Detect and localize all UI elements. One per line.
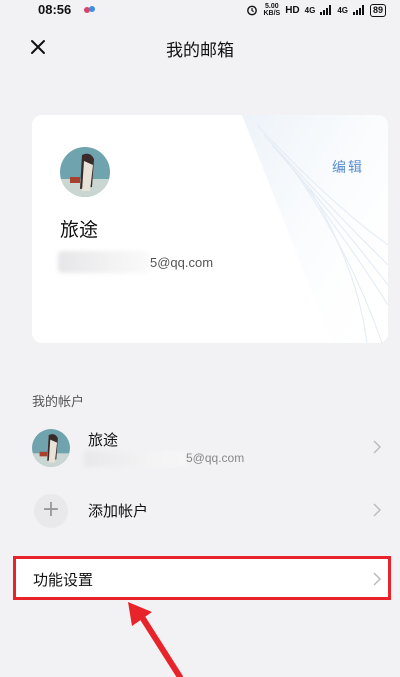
chevron-right-icon (373, 440, 382, 454)
profile-name: 旅途 (60, 219, 99, 241)
add-account-label: 添加帐户 (88, 502, 149, 520)
hd-indicator: HD (285, 4, 300, 16)
signal-bars-icon (320, 5, 332, 15)
account-name: 旅途 (88, 431, 119, 449)
avatar[interactable] (60, 147, 110, 197)
function-settings-row[interactable]: 功能设置 (13, 556, 391, 600)
status-time: 08:56 (38, 2, 72, 17)
profile-card: 编辑 旅途 5@qq.com (32, 115, 388, 343)
network-speed: 5.00 KB/S (263, 3, 280, 17)
signal-bars-icon-2 (352, 5, 364, 15)
network-speed-unit: KB/S (263, 10, 281, 17)
alarm-icon (247, 5, 258, 16)
add-account-row[interactable]: + 添加帐户 (32, 480, 388, 542)
status-indicators: 5.00 KB/S HD 4G 4G 89 (246, 3, 386, 17)
header: 我的邮箱 (0, 22, 400, 72)
chevron-right-icon (373, 572, 382, 586)
account-avatar (32, 429, 70, 467)
signal-2: 4G (337, 5, 348, 15)
page-title: 我的邮箱 (166, 41, 234, 61)
signal-1: 4G (304, 5, 316, 15)
annotation-arrow (128, 602, 183, 677)
plus-icon: + (34, 494, 68, 528)
function-settings-label: 功能设置 (33, 571, 94, 589)
accounts-section-label: 我的帐户 (32, 395, 85, 410)
profile-email: 5@qq.com (150, 255, 214, 270)
account-email: 5@qq.com (186, 451, 245, 465)
notification-app-icon (84, 6, 95, 13)
chevron-right-icon (373, 503, 382, 517)
network-speed-value: 5.00 (265, 3, 279, 10)
status-bar: 08:56 5.00 KB/S HD 4G 4G 89 (0, 0, 400, 22)
account-email-redaction (84, 451, 186, 467)
account-row[interactable]: 旅途 5@qq.com (32, 417, 388, 479)
edit-profile-link[interactable]: 编辑 (332, 157, 364, 177)
battery-indicator: 89 (369, 3, 386, 17)
email-redaction (58, 251, 150, 273)
